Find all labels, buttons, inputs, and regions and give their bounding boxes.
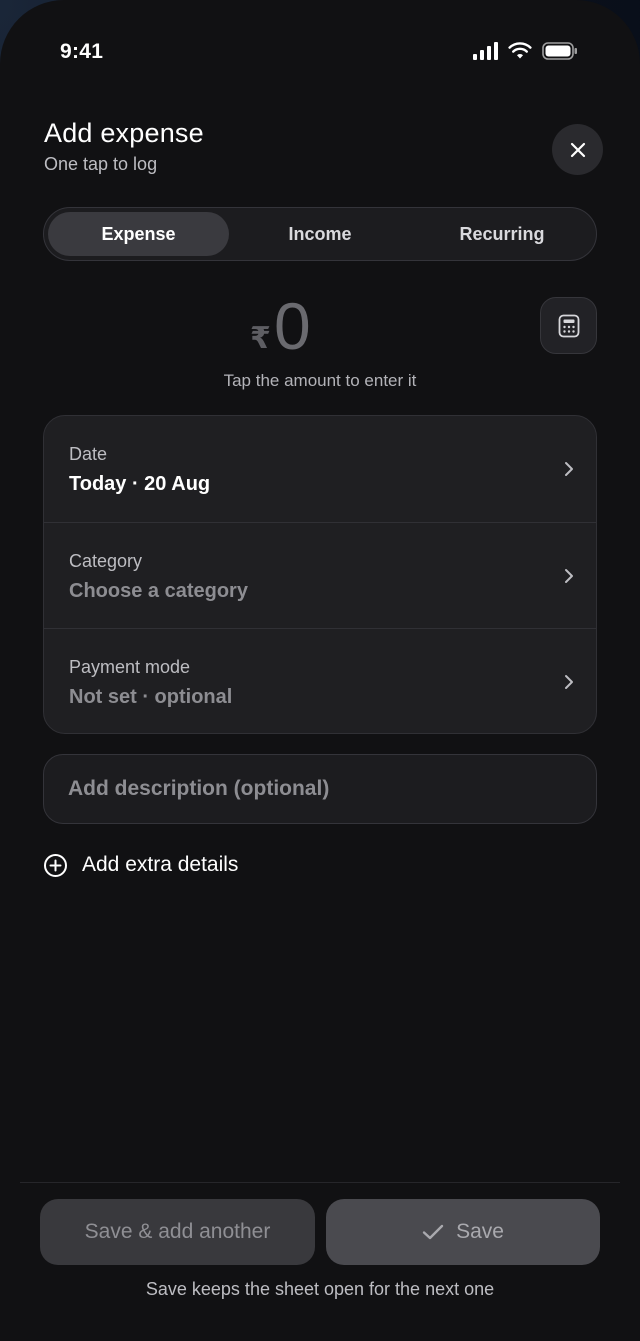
payment-mode-value: Not set · optional [69, 686, 233, 708]
save-label: Save [456, 1220, 504, 1243]
save-and-add-another-button[interactable]: Save & add another [40, 1199, 315, 1265]
status-time: 9:41 [60, 40, 104, 63]
page-title: Add expense [44, 118, 204, 148]
footer-divider [20, 1182, 620, 1183]
status-bar: 9:41 [0, 0, 640, 100]
date-label: Date [69, 444, 108, 464]
payment-mode-row[interactable]: Payment mode Not set · optional [44, 628, 596, 733]
currency-symbol: ₹ [250, 322, 271, 355]
date-value: Today · 20 Aug [69, 473, 211, 495]
category-label: Category [69, 551, 143, 571]
battery-icon [542, 42, 577, 60]
date-row[interactable]: Date Today · 20 Aug [44, 416, 596, 522]
category-value: Choose a category [69, 580, 248, 602]
tab-recurring[interactable]: Recurring [411, 212, 593, 256]
wifi-icon [508, 42, 532, 59]
chevron-right-icon [565, 675, 573, 689]
close-button[interactable] [552, 124, 603, 175]
tab-income[interactable]: Income [229, 212, 411, 256]
calculator-button[interactable] [540, 297, 597, 354]
add-extra-details-button[interactable]: Add extra details [43, 849, 238, 881]
amount-hint: Tap the amount to enter it [223, 371, 417, 390]
page-subtitle: One tap to log [44, 154, 158, 174]
amount-value[interactable]: 0 [274, 288, 311, 364]
type-segmented-control: Expense Income Recurring [43, 207, 597, 261]
description-input[interactable]: Add description (optional) [43, 754, 597, 824]
chevron-right-icon [565, 569, 573, 583]
chevron-right-icon [565, 462, 573, 476]
save-button[interactable]: Save [326, 1199, 600, 1265]
signal-icon [473, 42, 498, 60]
close-icon [570, 142, 585, 157]
checkmark-icon [422, 1224, 444, 1240]
footer-note: Save keeps the sheet open for the next o… [145, 1279, 495, 1299]
bottom-sheet: 9:41 Add expense One tap to log Expense … [0, 0, 640, 1341]
details-card: Date Today · 20 Aug Category Choose a ca… [43, 415, 597, 734]
plus-circle-icon [44, 853, 67, 877]
add-extra-details-label: Add extra details [82, 853, 239, 876]
calculator-icon [558, 314, 579, 337]
category-row[interactable]: Category Choose a category [44, 522, 596, 628]
status-icons [473, 42, 578, 60]
tab-expense[interactable]: Expense [48, 212, 229, 256]
payment-mode-label: Payment mode [69, 657, 191, 677]
